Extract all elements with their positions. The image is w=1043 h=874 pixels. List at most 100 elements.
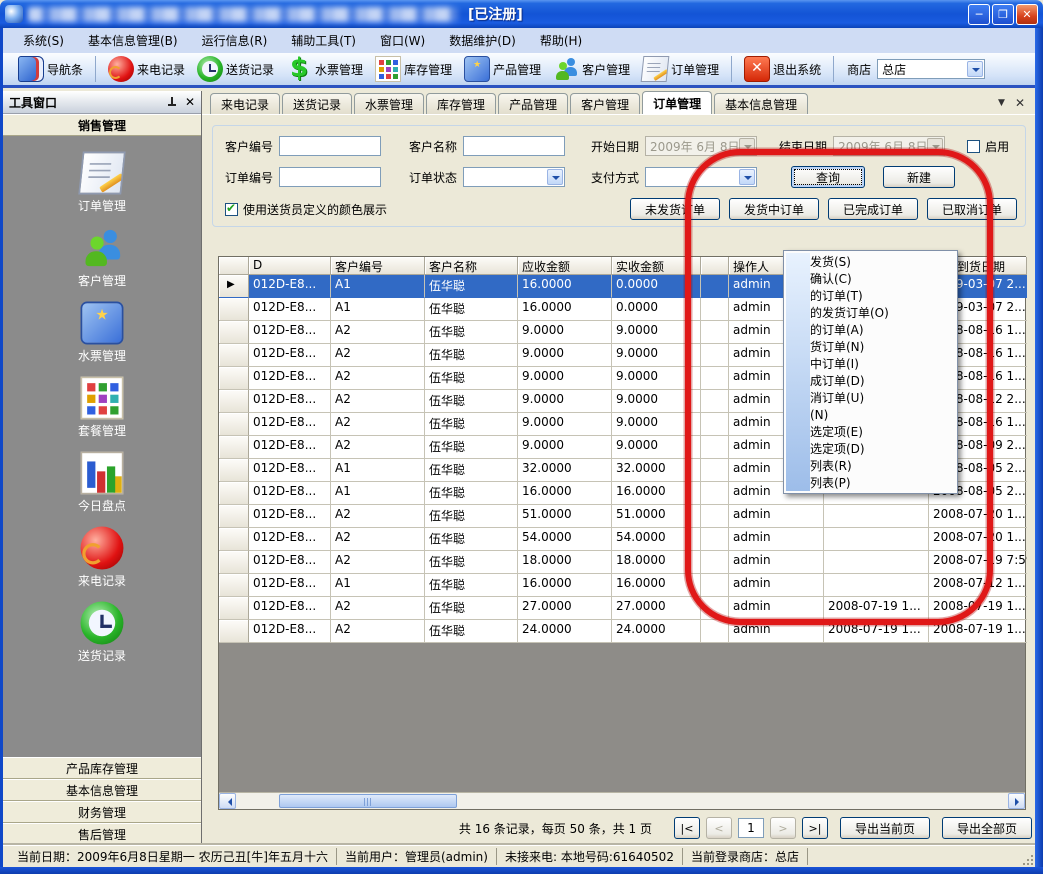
chevron-down-icon[interactable]	[739, 169, 755, 185]
tab-scroll-down-icon[interactable]: ▼	[998, 98, 1005, 108]
tab[interactable]: 来电记录	[210, 93, 280, 114]
scroll-right-icon[interactable]	[1008, 793, 1025, 809]
column-header-received[interactable]: 实收金额	[612, 257, 701, 275]
context-menu-item[interactable]: 未发货订单(N)	[786, 338, 955, 355]
column-header-id[interactable]: D	[249, 257, 331, 275]
row-selector-cell[interactable]	[219, 505, 249, 528]
scroll-left-icon[interactable]	[219, 793, 236, 809]
last-page-button[interactable]: >|	[802, 817, 828, 839]
sidebar-item[interactable]: 套餐管理	[78, 377, 126, 439]
menu-item[interactable]: 基本信息管理(B)	[76, 29, 190, 52]
context-menu-item[interactable]: 今天的发货订单(O)	[786, 304, 955, 321]
prev-page-button[interactable]: <	[706, 817, 732, 839]
table-row[interactable]: 012D-E8... A2 伍华聪 27.0000 27.0000 admin …	[219, 597, 1025, 620]
row-selector-cell[interactable]	[219, 620, 249, 643]
sidebar-section[interactable]: 产品库存管理	[3, 757, 201, 779]
maximize-button[interactable]: ❐	[992, 4, 1014, 25]
context-menu-item[interactable]: 新建(N)	[786, 406, 955, 423]
column-header-selector[interactable]	[219, 257, 249, 275]
table-row[interactable]: 012D-E8... A2 伍华聪 51.0000 51.0000 admin …	[219, 505, 1025, 528]
tab[interactable]: 客户管理	[570, 93, 640, 114]
tab[interactable]: 订单管理	[642, 91, 712, 114]
context-menu-item[interactable]: 打印列表(P)	[786, 474, 955, 491]
sidebar-item[interactable]: 来电记录	[78, 527, 126, 589]
context-menu-item[interactable]: 订单发货(S)	[786, 253, 955, 270]
sidebar-item[interactable]: 送货记录	[78, 602, 126, 664]
new-button[interactable]: 新建	[883, 166, 955, 188]
toolbar-button[interactable]: 客户管理	[548, 54, 635, 84]
toolbar-button[interactable]: 水票管理	[281, 54, 368, 84]
menu-item[interactable]: 帮助(H)	[528, 29, 594, 52]
start-date-picker[interactable]: 2009年 6月 8日	[645, 136, 757, 156]
first-page-button[interactable]: |<	[674, 817, 700, 839]
table-row[interactable]: 012D-E8... A2 伍华聪 54.0000 54.0000 admin …	[219, 528, 1025, 551]
column-header-blank[interactable]	[701, 257, 729, 275]
order-status-filter-button[interactable]: 已完成订单	[828, 198, 918, 220]
row-selector-cell[interactable]	[219, 275, 249, 298]
export-all-pages-button[interactable]: 导出全部页	[942, 817, 1032, 839]
tab[interactable]: 产品管理	[498, 93, 568, 114]
sidebar-item[interactable]: 订单管理	[78, 152, 126, 214]
column-header-receivable[interactable]: 应收金额	[518, 257, 612, 275]
context-menu-item[interactable]: 今天的订单(T)	[786, 287, 955, 304]
context-menu-item[interactable]: 刷新列表(R)	[786, 457, 955, 474]
tab[interactable]: 基本信息管理	[714, 93, 808, 114]
row-selector-cell[interactable]	[219, 298, 249, 321]
context-menu-item[interactable]: 已完成订单(D)	[786, 372, 955, 389]
toolbar-button[interactable]: 来电记录	[103, 54, 190, 84]
sidebar-section[interactable]: 售后管理	[3, 823, 201, 845]
table-row[interactable]: 012D-E8... A1 伍华聪 16.0000 16.0000 admin …	[219, 574, 1025, 597]
close-button[interactable]: ✕	[1016, 4, 1038, 25]
export-current-page-button[interactable]: 导出当前页	[840, 817, 930, 839]
order-status-filter-button[interactable]: 已取消订单	[927, 198, 1017, 220]
order-status-filter-button[interactable]: 未发货订单	[630, 198, 720, 220]
context-menu-item[interactable]: 发货中订单(I)	[786, 355, 955, 372]
enable-checkbox[interactable]	[967, 140, 980, 153]
row-selector-cell[interactable]	[219, 413, 249, 436]
customer-no-input[interactable]	[279, 136, 381, 156]
toolbar-button-exit[interactable]: 退出系统	[739, 54, 826, 84]
toolbar-button[interactable]: 送货记录	[192, 54, 279, 84]
sidebar-section[interactable]: 基本信息管理	[3, 779, 201, 801]
sidebar-item[interactable]: 客户管理	[78, 227, 126, 289]
sidebar-item[interactable]: 水票管理	[78, 302, 126, 364]
resize-grip[interactable]	[1021, 853, 1033, 865]
row-selector-cell[interactable]	[219, 367, 249, 390]
toolbar-button[interactable]: 产品管理	[459, 54, 546, 84]
toolbar-button[interactable]: 库存管理	[370, 54, 457, 84]
row-selector-cell[interactable]	[219, 528, 249, 551]
color-display-checkbox[interactable]	[225, 203, 238, 216]
row-selector-cell[interactable]	[219, 482, 249, 505]
menu-item[interactable]: 运行信息(R)	[190, 29, 280, 52]
row-selector-cell[interactable]	[219, 574, 249, 597]
tab[interactable]: 送货记录	[282, 93, 352, 114]
table-row[interactable]: 012D-E8... A2 伍华聪 18.0000 18.0000 admin …	[219, 551, 1025, 574]
next-page-button[interactable]: >	[770, 817, 796, 839]
context-menu-item[interactable]: 已取消订单(U)	[786, 389, 955, 406]
menu-item[interactable]: 数据维护(D)	[437, 29, 528, 52]
menu-item[interactable]: 窗口(W)	[368, 29, 437, 52]
row-selector-cell[interactable]	[219, 436, 249, 459]
sidebar-item[interactable]: 今日盘点	[78, 452, 126, 514]
row-selector-cell[interactable]	[219, 390, 249, 413]
payment-select[interactable]	[645, 167, 757, 187]
end-date-picker[interactable]: 2009年 6月 8日	[833, 136, 945, 156]
toolbar-button-navigator[interactable]: 导航条	[13, 54, 88, 84]
order-status-filter-button[interactable]: 发货中订单	[729, 198, 819, 220]
row-selector-cell[interactable]	[219, 597, 249, 620]
chevron-down-icon[interactable]	[967, 61, 983, 77]
context-menu-item[interactable]: 所有的订单(A)	[786, 321, 955, 338]
horizontal-scrollbar[interactable]	[219, 792, 1025, 809]
context-menu-item[interactable]: 回单确认(C)	[786, 270, 955, 287]
row-selector-cell[interactable]	[219, 321, 249, 344]
row-selector-cell[interactable]	[219, 459, 249, 482]
tab[interactable]: 水票管理	[354, 93, 424, 114]
customer-name-input[interactable]	[463, 136, 565, 156]
toolbar-button[interactable]: 订单管理	[637, 54, 724, 84]
page-number-input[interactable]	[738, 818, 764, 838]
order-no-input[interactable]	[279, 167, 381, 187]
sidebar-section-sales[interactable]: 销售管理	[3, 114, 201, 136]
chevron-down-icon[interactable]	[547, 169, 563, 185]
sidebar-section[interactable]: 财务管理	[3, 801, 201, 823]
context-menu-item[interactable]: 删除选定项(D)	[786, 440, 955, 457]
